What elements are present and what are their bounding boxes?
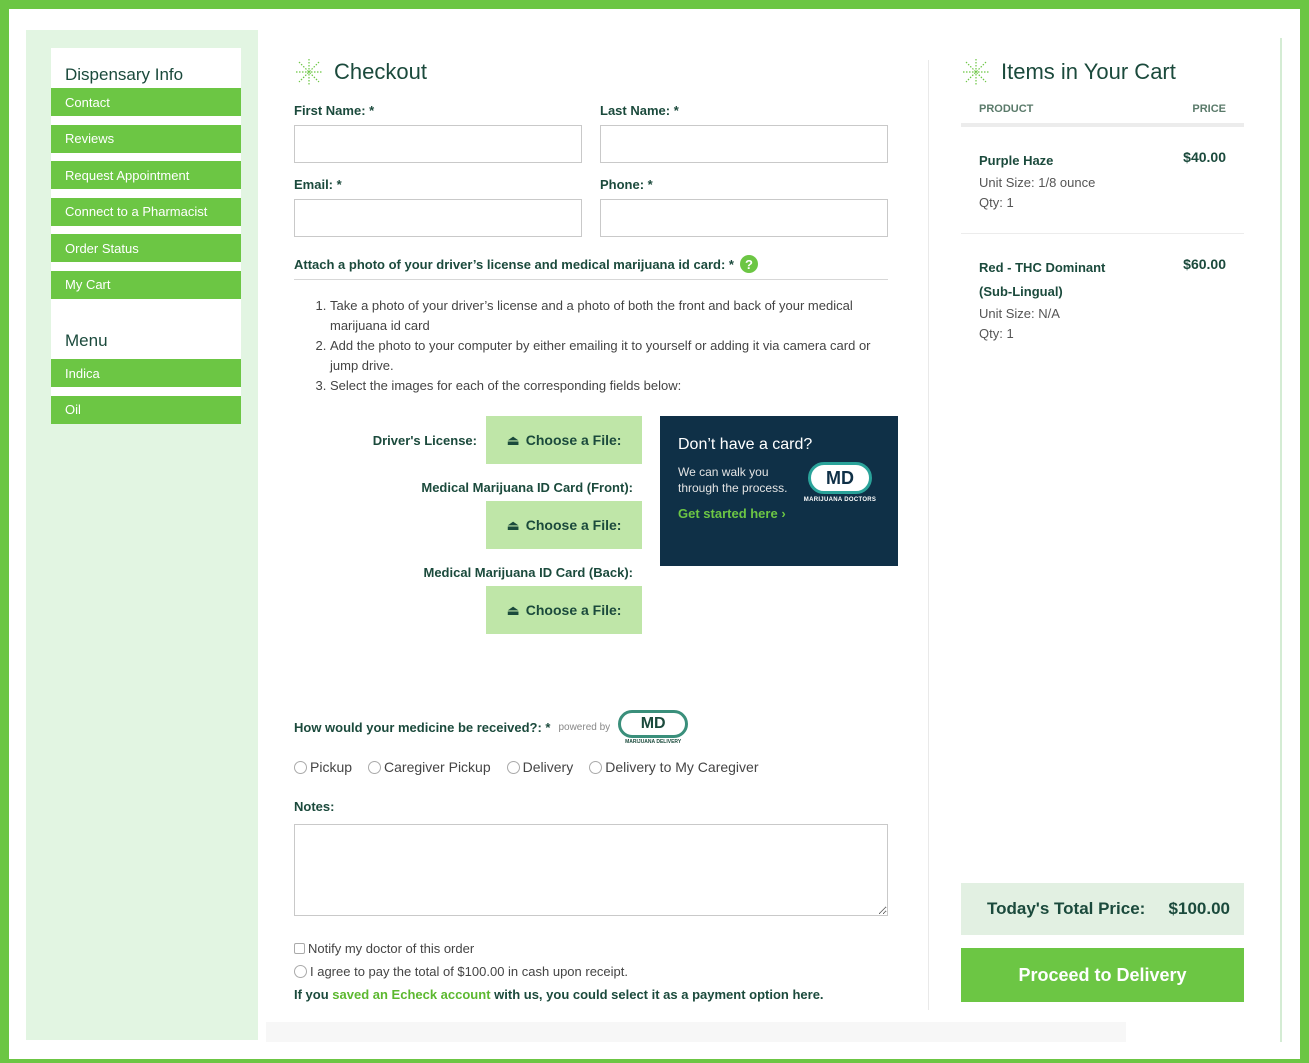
cart-item-price: $40.00	[1183, 149, 1226, 165]
eject-icon: ⏏	[506, 431, 520, 448]
marijuana-delivery-logo: MD MARIJUANA DELIVERY	[618, 710, 689, 745]
cart-item-name: Red - THC Dominant (Sub-Lingual)	[979, 260, 1106, 299]
receive-method-label: How would your medicine be received?: *	[294, 720, 551, 735]
dispensary-info-heading: Dispensary Info	[65, 65, 184, 84]
cart-title-text: Items in Your Cart	[1001, 59, 1176, 84]
sidebar-item-connect-pharmacist[interactable]: Connect to a Pharmacist	[51, 197, 241, 226]
product-column-header: PRODUCT	[979, 103, 1034, 115]
attach-photo-text: Attach a photo of your driver’s license …	[294, 256, 734, 272]
radio-button[interactable]	[368, 760, 382, 774]
radio-delivery[interactable]: Delivery	[506, 759, 573, 775]
cart-title: Items in Your Cart	[961, 55, 1244, 89]
receive-options: Pickup Caregiver Pickup Delivery Deliver…	[294, 759, 888, 775]
notify-doctor-row[interactable]: Notify my doctor of this order	[294, 941, 888, 956]
choose-file-label: Choose a File:	[525, 432, 622, 448]
email-field[interactable]	[294, 199, 582, 237]
agree-pay-label: I agree to pay the total of $100.00 in c…	[310, 964, 628, 979]
get-card-promo: Don’t have a card? We can walk you throu…	[660, 416, 898, 566]
right-edge	[1280, 38, 1282, 1042]
eject-icon: ⏏	[506, 516, 520, 533]
id-front-label: Medical Marijuana ID Card (Front):	[421, 480, 633, 495]
checkout-title-text: Checkout	[334, 59, 427, 84]
choose-file-label: Choose a File:	[525, 517, 622, 533]
drivers-license-label: Driver's License:	[372, 433, 477, 448]
cart-item-unit: Unit Size: 1/8 ounce	[979, 175, 1096, 190]
cart-header: PRODUCT PRICE	[961, 103, 1244, 115]
radio-button[interactable]	[294, 760, 307, 774]
sidebar-item-contact[interactable]: Contact	[51, 88, 241, 116]
bottom-fade	[266, 1022, 1126, 1042]
sidebar-item-my-cart[interactable]: My Cart	[51, 270, 241, 299]
last-name-field[interactable]	[600, 125, 888, 163]
phone-field[interactable]	[600, 199, 888, 237]
promo-body: We can walk you through the process.	[678, 465, 788, 495]
instruction-step: Add the photo to your computer by either…	[330, 336, 888, 376]
instruction-step: Take a photo of your driver’s license an…	[330, 296, 888, 336]
checkout-form: Checkout First Name: * Last Name: * Emai…	[294, 55, 898, 1002]
total-price-label: Today's Total Price:	[987, 899, 1146, 918]
column-divider	[928, 60, 929, 1010]
cart-item: Red - THC Dominant (Sub-Lingual) $60.00 …	[961, 234, 1244, 364]
attach-photo-title: Attach a photo of your driver’s license …	[294, 255, 888, 280]
upload-instructions: Take a photo of your driver’s license an…	[294, 296, 888, 396]
cart-panel: Items in Your Cart PRODUCT PRICE Purple …	[961, 55, 1244, 364]
total-price-box: Today's Total Price: $100.00	[961, 883, 1244, 935]
radio-button[interactable]	[589, 760, 603, 774]
price-column-header: PRICE	[1192, 103, 1226, 115]
id-back-upload-button[interactable]: ⏏ Choose a File:	[486, 586, 642, 634]
promo-title: Don’t have a card?	[678, 436, 813, 453]
marijuana-doctors-logo: MD MARIJUANA DOCTORS	[800, 462, 880, 503]
sidebar-item-oil[interactable]: Oil	[51, 395, 241, 424]
cart-item-price: $60.00	[1183, 256, 1226, 272]
agree-pay-row[interactable]: I agree to pay the total of $100.00 in c…	[294, 964, 888, 979]
snowflake-icon	[961, 57, 991, 87]
cart-item-qty: Qty: 1	[979, 195, 1014, 210]
upload-area: Driver's License: ⏏ Choose a File: Medic…	[294, 416, 898, 656]
total-price-value: $100.00	[1168, 899, 1230, 918]
sidebar-item-request-appointment[interactable]: Request Appointment	[51, 161, 241, 189]
email-label: Email: *	[294, 177, 342, 192]
radio-button[interactable]	[506, 760, 520, 774]
first-name-field[interactable]	[294, 125, 582, 163]
notes-label: Notes:	[294, 799, 335, 814]
phone-label: Phone: *	[600, 177, 653, 192]
powered-by-text: powered by	[558, 722, 611, 733]
proceed-to-delivery-button[interactable]: Proceed to Delivery	[961, 948, 1244, 1002]
snowflake-icon	[294, 57, 324, 87]
echeck-link[interactable]: saved an Echeck account	[332, 987, 490, 1002]
first-name-label: First Name: *	[294, 103, 375, 118]
eject-icon: ⏏	[506, 601, 520, 618]
sidebar-item-reviews[interactable]: Reviews	[51, 124, 241, 153]
cart-item-name: Purple Haze	[979, 153, 1054, 168]
radio-caregiver-pickup[interactable]: Caregiver Pickup	[368, 759, 491, 775]
agree-pay-radio[interactable]	[294, 965, 307, 978]
cart-item-unit: Unit Size: N/A	[979, 306, 1060, 321]
sidebar: Dispensary Info Contact Reviews Request …	[51, 48, 241, 424]
help-icon[interactable]: ?	[739, 255, 758, 273]
sidebar-item-indica[interactable]: Indica	[51, 359, 241, 387]
radio-pickup[interactable]: Pickup	[294, 759, 352, 775]
menu-heading: Menu	[65, 331, 108, 350]
id-back-label: Medical Marijuana ID Card (Back):	[423, 565, 634, 580]
last-name-label: Last Name: *	[600, 103, 679, 118]
notes-textarea[interactable]	[294, 824, 888, 916]
id-front-upload-button[interactable]: ⏏ Choose a File:	[486, 501, 642, 549]
instruction-step: Select the images for each of the corres…	[330, 376, 888, 396]
notify-doctor-label: Notify my doctor of this order	[308, 941, 475, 956]
radio-delivery-caregiver[interactable]: Delivery to My Caregiver	[589, 759, 758, 775]
sidebar-item-order-status[interactable]: Order Status	[51, 234, 241, 262]
cart-item-qty: Qty: 1	[979, 326, 1014, 341]
notify-doctor-checkbox[interactable]	[294, 943, 305, 954]
echeck-note: If you saved an Echeck account with us, …	[294, 987, 824, 1002]
cart-item: Purple Haze $40.00 Unit Size: 1/8 ounce …	[961, 127, 1244, 234]
get-started-link[interactable]: Get started here ›	[678, 506, 880, 521]
receive-method-row: How would your medicine be received?: * …	[294, 710, 888, 745]
drivers-license-upload-button[interactable]: ⏏ Choose a File:	[486, 416, 642, 464]
choose-file-label: Choose a File:	[525, 602, 622, 618]
checkout-title: Checkout	[294, 55, 888, 89]
